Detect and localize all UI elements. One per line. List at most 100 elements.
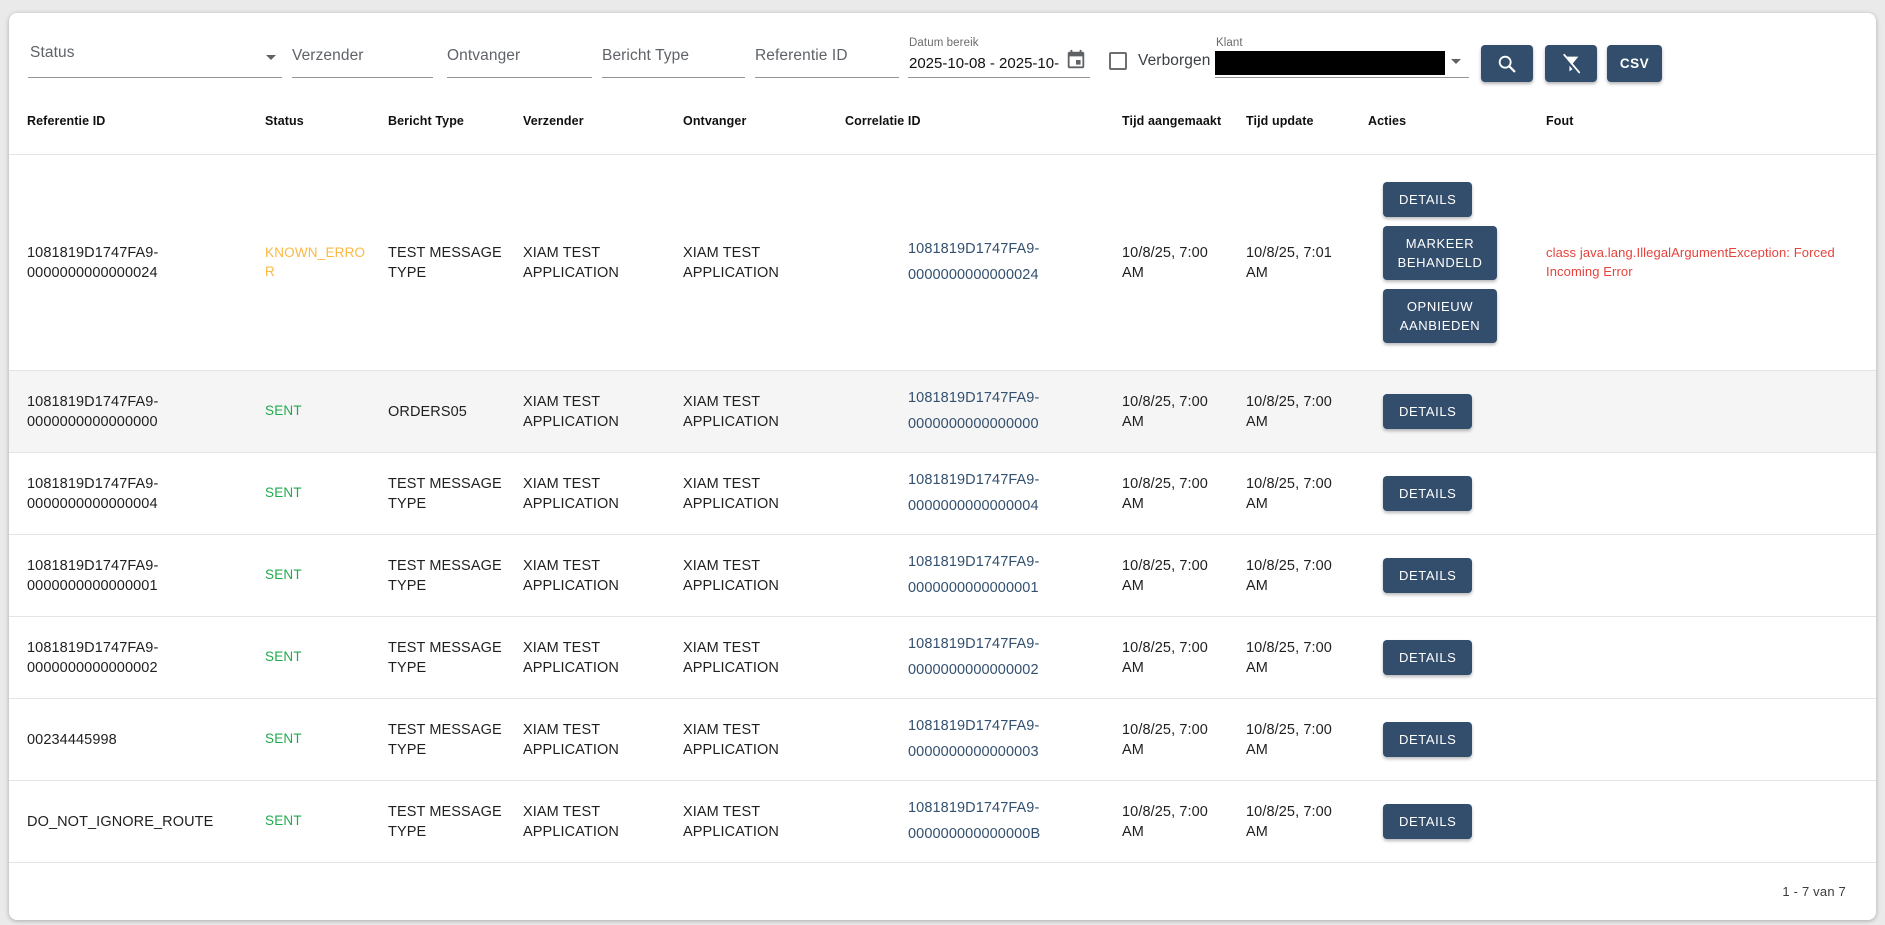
- cell-referentie-id: 1081819D1747FA9-0000000000000004: [27, 474, 265, 514]
- col-header-status: Status: [265, 114, 388, 128]
- correlatie-id-link[interactable]: 1081819D1747FA9-000000000000000B: [908, 796, 1106, 847]
- referentie-id-filter-field: [755, 31, 899, 78]
- cell-referentie-id: 1081819D1747FA9-0000000000000024: [27, 243, 265, 283]
- details-button[interactable]: DETAILS: [1383, 722, 1472, 757]
- cell-fout: class java.lang.IllegalArgumentException…: [1546, 244, 1858, 282]
- ontvanger-filter-field: [447, 31, 592, 78]
- verzender-filter-field: [292, 31, 433, 78]
- status-filter-select[interactable]: Status: [28, 31, 282, 78]
- csv-button-label: CSV: [1620, 56, 1649, 71]
- correlatie-id-link[interactable]: 1081819D1747FA9-0000000000000004: [908, 468, 1106, 519]
- datum-bereik-filter-field: Datum bereik: [908, 31, 1090, 78]
- cell-ontvanger: XIAM TEST APPLICATION: [683, 392, 845, 432]
- table-header-row: Referentie ID Status Bericht Type Verzen…: [9, 88, 1876, 154]
- search-icon: [1496, 53, 1518, 75]
- verzender-input[interactable]: [292, 41, 433, 71]
- cell-ontvanger: XIAM TEST APPLICATION: [683, 474, 845, 514]
- messages-card: Status Datum bereik Verborgen: [9, 13, 1876, 920]
- markeer-behandeld-button[interactable]: MARKEER BEHANDELD: [1383, 226, 1497, 280]
- details-button[interactable]: DETAILS: [1383, 182, 1472, 217]
- filter-bar: Status Datum bereik Verborgen: [9, 13, 1876, 88]
- cell-bericht-type: TEST MESSAGE TYPE: [388, 556, 523, 596]
- cell-bericht-type: TEST MESSAGE TYPE: [388, 474, 523, 514]
- cell-ontvanger: XIAM TEST APPLICATION: [683, 720, 845, 760]
- ontvanger-input[interactable]: [447, 41, 592, 71]
- cell-ontvanger: XIAM TEST APPLICATION: [683, 638, 845, 678]
- cell-verzender: XIAM TEST APPLICATION: [523, 474, 683, 514]
- status-badge: KNOWN_ERROR: [265, 244, 388, 281]
- details-button[interactable]: DETAILS: [1383, 640, 1472, 675]
- cell-tijd-update: 10/8/25, 7:00 AM: [1246, 556, 1368, 596]
- table-row: 00234445998 SENT TEST MESSAGE TYPE XIAM …: [9, 698, 1876, 780]
- correlatie-id-link[interactable]: 1081819D1747FA9-0000000000000024: [908, 237, 1106, 288]
- cell-referentie-id: 1081819D1747FA9-0000000000000001: [27, 556, 265, 596]
- details-button[interactable]: DETAILS: [1383, 558, 1472, 593]
- table-body: 1081819D1747FA9-0000000000000024 KNOWN_E…: [9, 154, 1876, 862]
- cell-bericht-type: ORDERS05: [388, 402, 523, 422]
- details-button[interactable]: DETAILS: [1383, 476, 1472, 511]
- csv-export-button[interactable]: CSV: [1607, 45, 1662, 82]
- status-badge: SENT: [265, 402, 388, 421]
- correlatie-id-link[interactable]: 1081819D1747FA9-0000000000000002: [908, 632, 1106, 683]
- bericht-type-input[interactable]: [602, 41, 745, 71]
- cell-referentie-id: 1081819D1747FA9-0000000000000002: [27, 638, 265, 678]
- filter-off-icon: [1560, 53, 1582, 75]
- cell-acties: DETAILS: [1368, 640, 1546, 675]
- cell-bericht-type: TEST MESSAGE TYPE: [388, 638, 523, 678]
- cell-bericht-type: TEST MESSAGE TYPE: [388, 243, 523, 283]
- cell-tijd-aangemaakt: 10/8/25, 7:00 AM: [1122, 474, 1246, 514]
- table-row: 1081819D1747FA9-0000000000000024 KNOWN_E…: [9, 154, 1876, 370]
- klant-filter-select[interactable]: Klant: [1215, 31, 1469, 78]
- correlatie-id-link[interactable]: 1081819D1747FA9-0000000000000001: [908, 550, 1106, 601]
- cell-bericht-type: TEST MESSAGE TYPE: [388, 802, 523, 842]
- cell-acties: DETAILS: [1368, 804, 1546, 839]
- opnieuw-aanbieden-button[interactable]: OPNIEUW AANBIEDEN: [1383, 289, 1497, 343]
- datum-bereik-input[interactable]: [909, 52, 1059, 74]
- table-row: DO_NOT_IGNORE_ROUTE SENT TEST MESSAGE TY…: [9, 780, 1876, 862]
- table-row: 1081819D1747FA9-0000000000000002 SENT TE…: [9, 616, 1876, 698]
- cell-bericht-type: TEST MESSAGE TYPE: [388, 720, 523, 760]
- table-row: 1081819D1747FA9-0000000000000000 SENT OR…: [9, 370, 1876, 452]
- status-badge: SENT: [265, 648, 388, 667]
- cell-tijd-aangemaakt: 10/8/25, 7:00 AM: [1122, 556, 1246, 596]
- cell-tijd-update: 10/8/25, 7:00 AM: [1246, 474, 1368, 514]
- col-header-tijd-aangemaakt: Tijd aangemaakt: [1122, 114, 1246, 128]
- col-header-referentie-id: Referentie ID: [27, 114, 265, 128]
- col-header-correlatie-id: Correlatie ID: [845, 114, 1122, 128]
- cell-acties: DETAILS: [1368, 722, 1546, 757]
- details-button[interactable]: DETAILS: [1383, 394, 1472, 429]
- col-header-verzender: Verzender: [523, 114, 683, 128]
- status-badge: SENT: [265, 730, 388, 749]
- correlatie-id-link[interactable]: 1081819D1747FA9-0000000000000003: [908, 714, 1106, 765]
- search-button[interactable]: [1481, 45, 1533, 82]
- status-filter-label: Status: [30, 44, 75, 62]
- paginator: 1 - 7 van 7: [9, 862, 1876, 919]
- calendar-icon[interactable]: [1064, 49, 1088, 73]
- col-header-bericht-type: Bericht Type: [388, 114, 523, 128]
- cell-tijd-update: 10/8/25, 7:00 AM: [1246, 720, 1368, 760]
- cell-acties: DETAILS MARKEER BEHANDELD OPNIEUW AANBIE…: [1368, 182, 1546, 343]
- cell-referentie-id: DO_NOT_IGNORE_ROUTE: [27, 812, 265, 832]
- cell-tijd-update: 10/8/25, 7:01 AM: [1246, 243, 1368, 283]
- details-button[interactable]: DETAILS: [1383, 804, 1472, 839]
- clear-filters-button[interactable]: [1545, 45, 1597, 82]
- table-row: 1081819D1747FA9-0000000000000004 SENT TE…: [9, 452, 1876, 534]
- referentie-id-input[interactable]: [755, 41, 899, 71]
- status-badge: SENT: [265, 566, 388, 585]
- klant-redacted-value: [1215, 51, 1445, 75]
- cell-tijd-aangemaakt: 10/8/25, 7:00 AM: [1122, 392, 1246, 432]
- cell-tijd-aangemaakt: 10/8/25, 7:00 AM: [1122, 243, 1246, 283]
- cell-tijd-update: 10/8/25, 7:00 AM: [1246, 392, 1368, 432]
- cell-tijd-update: 10/8/25, 7:00 AM: [1246, 638, 1368, 678]
- cell-referentie-id: 1081819D1747FA9-0000000000000000: [27, 392, 265, 432]
- klant-label: Klant: [1216, 37, 1243, 49]
- cell-tijd-aangemaakt: 10/8/25, 7:00 AM: [1122, 802, 1246, 842]
- status-badge: SENT: [265, 484, 388, 503]
- cell-acties: DETAILS: [1368, 558, 1546, 593]
- chevron-down-icon: [266, 55, 276, 60]
- verborgen-checkbox[interactable]: [1109, 52, 1127, 70]
- cell-ontvanger: XIAM TEST APPLICATION: [683, 556, 845, 596]
- correlatie-id-link[interactable]: 1081819D1747FA9-0000000000000000: [908, 386, 1106, 437]
- col-header-fout: Fout: [1546, 114, 1858, 128]
- bericht-type-filter-field: [602, 31, 745, 78]
